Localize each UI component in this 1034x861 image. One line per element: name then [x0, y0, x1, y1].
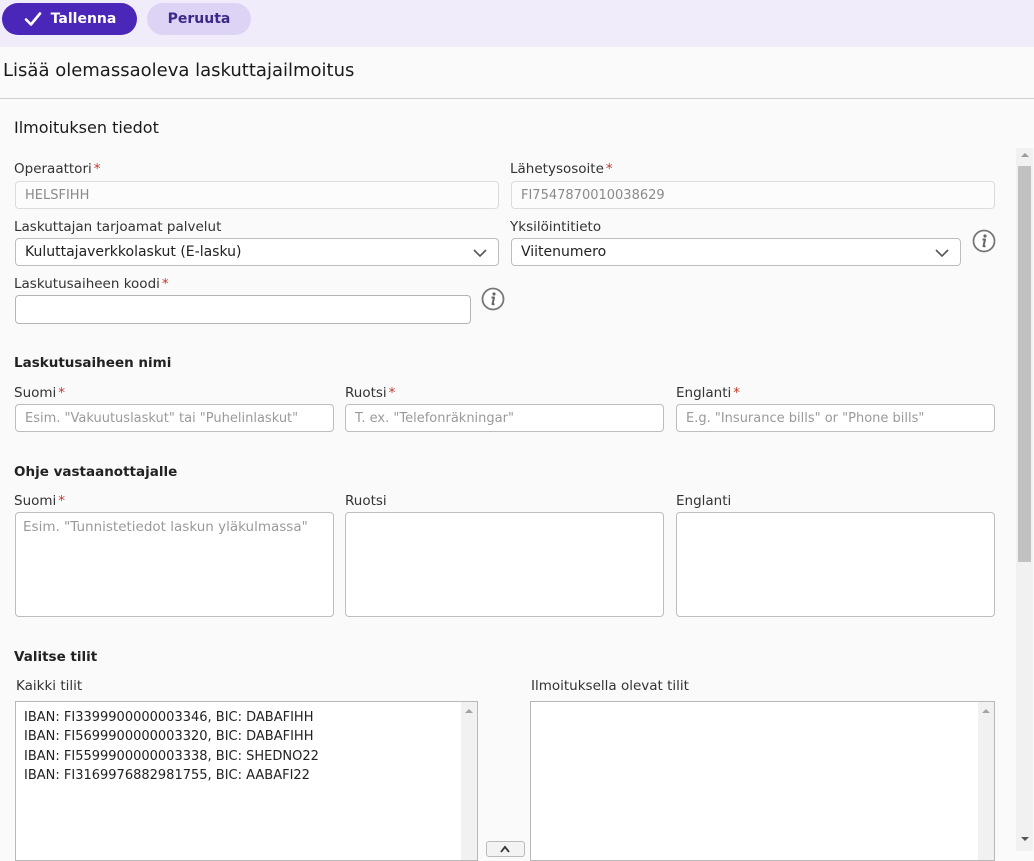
selected-accounts-label: Ilmoituksella olevat tilit: [531, 678, 689, 694]
info-icon[interactable]: [481, 287, 505, 311]
list-item[interactable]: IBAN: FI3169976882981755, BIC: AABAFI22: [24, 766, 319, 785]
move-account-button[interactable]: [486, 841, 525, 857]
topic-name-en-input[interactable]: E.g. "Insurance bills" or "Phone bills": [676, 404, 995, 432]
scroll-up-icon[interactable]: [982, 709, 990, 713]
all-accounts-items: IBAN: FI3399900000003346, BIC: DABAFIHH …: [24, 708, 319, 785]
instructions-sv-textarea[interactable]: [345, 512, 664, 617]
arrow-up-icon: [500, 845, 510, 853]
instructions-fi-textarea[interactable]: Esim. "Tunnistetiedot laskun yläkulmassa…: [15, 512, 334, 617]
page-scrollbar[interactable]: [1016, 148, 1033, 851]
scroll-down-icon[interactable]: [1021, 837, 1029, 841]
info-icon[interactable]: [972, 229, 996, 253]
instructions-fi-label: Suomi *: [14, 493, 66, 509]
operator-label: Operaattori *: [14, 161, 101, 177]
send-address-label: Lähetysosoite *: [510, 161, 613, 177]
required-mark: *: [161, 276, 169, 292]
required-mark: *: [93, 161, 101, 177]
topic-name-fi-input[interactable]: Esim. "Vakuutuslaskut" tai "Puhelinlasku…: [15, 404, 334, 432]
services-select-value: Kuluttajaverkkolaskut (E-lasku): [25, 244, 242, 260]
toolbar: Tallenna Peruuta: [0, 0, 1034, 47]
selected-accounts-list[interactable]: [530, 701, 995, 861]
topic-name-sv-input[interactable]: T. ex. "Telefonräkningar": [345, 404, 664, 432]
scrollbar-thumb[interactable]: [1018, 166, 1031, 562]
topic-name-heading: Laskutusaiheen nimi: [14, 355, 172, 371]
services-label: Laskuttajan tarjoamat palvelut: [14, 219, 222, 235]
list-item[interactable]: IBAN: FI3399900000003346, BIC: DABAFIHH: [24, 708, 319, 727]
required-mark: *: [605, 161, 613, 177]
save-button-label: Tallenna: [50, 11, 117, 27]
save-button[interactable]: Tallenna: [2, 3, 137, 35]
instructions-sv-label: Ruotsi: [345, 493, 387, 509]
scroll-up-icon[interactable]: [1021, 153, 1029, 157]
identifier-label: Yksilöintitieto: [510, 219, 602, 235]
chevron-down-icon: [935, 249, 949, 258]
topic-name-fi-label: Suomi *: [14, 385, 66, 401]
accounts-heading: Valitse tilit: [14, 649, 98, 665]
checkmark-icon: [24, 12, 41, 26]
list-item[interactable]: IBAN: FI5699900000003320, BIC: DABAFIHH: [24, 727, 319, 746]
scrollbar[interactable]: [978, 702, 994, 860]
topic-code-input[interactable]: [15, 295, 471, 324]
scrollbar[interactable]: [461, 702, 477, 860]
page-title: Lisää olemassaoleva laskuttajailmoitus: [3, 60, 355, 81]
topic-name-en-label: Englanti *: [676, 385, 741, 401]
required-mark: *: [388, 385, 396, 401]
instructions-en-textarea[interactable]: [676, 512, 995, 617]
instructions-heading: Ohje vastaanottajalle: [14, 464, 178, 480]
required-mark: *: [733, 385, 741, 401]
all-accounts-list[interactable]: IBAN: FI3399900000003346, BIC: DABAFIHH …: [15, 701, 478, 861]
identifier-select[interactable]: Viitenumero: [511, 238, 961, 266]
section-title: Ilmoituksen tiedot: [14, 118, 159, 137]
title-divider: [0, 98, 1034, 99]
required-mark: *: [58, 493, 66, 509]
required-mark: *: [58, 385, 66, 401]
cancel-button[interactable]: Peruuta: [147, 3, 251, 35]
send-address-field[interactable]: FI7547870010038629: [511, 181, 995, 209]
identifier-select-value: Viitenumero: [521, 244, 607, 260]
instructions-en-label: Englanti: [676, 493, 732, 509]
operator-field[interactable]: HELSFIHH: [15, 181, 499, 209]
topic-code-label: Laskutusaiheen koodi *: [14, 276, 169, 292]
list-item[interactable]: IBAN: FI5599900000003338, BIC: SHEDNO22: [24, 747, 319, 766]
services-select[interactable]: Kuluttajaverkkolaskut (E-lasku): [15, 238, 499, 266]
chevron-down-icon: [473, 249, 487, 258]
scroll-up-icon[interactable]: [465, 709, 473, 713]
all-accounts-label: Kaikki tilit: [16, 678, 83, 694]
topic-name-sv-label: Ruotsi *: [345, 385, 396, 401]
